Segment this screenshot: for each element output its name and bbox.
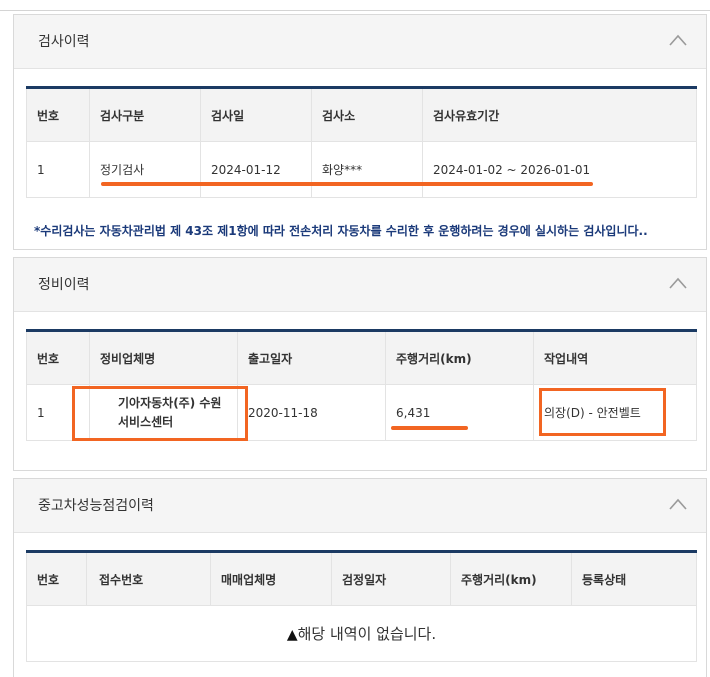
inspection-panel-header[interactable]: 검사이력 — [14, 15, 706, 69]
inspection-panel: 검사이력 번호 검사구분 검사일 검사소 검사유효기간 1 정기검사 2024-… — [13, 14, 707, 250]
used-car-table: 번호 접수번호 매매업체명 검정일자 주행거리(km) 등록상태 ▲해당 내역이… — [26, 550, 697, 662]
inspection-note: *수리검사는 자동차관리법 제 43조 제1항에 따라 전손처리 자동차를 수리… — [34, 224, 648, 238]
empty-message-cell: ▲해당 내역이 없습니다. — [26, 605, 697, 662]
col-header-validity: 검사유효기간 — [422, 87, 697, 142]
col-header-mileage: 주행거리(km) — [450, 551, 572, 606]
col-header-shop: 정비업체명 — [89, 330, 238, 385]
warning-icon: ▲ — [286, 627, 298, 643]
top-divider — [0, 10, 710, 11]
inspection-title: 검사이력 — [38, 34, 90, 50]
cell-validity: 2024-01-02 ~ 2026-01-01 — [422, 141, 697, 198]
cell-no: 1 — [26, 141, 90, 198]
col-header-dealer: 매매업체명 — [210, 551, 332, 606]
col-header-no: 번호 — [26, 87, 90, 142]
col-header-date: 검사일 — [200, 87, 312, 142]
col-header-work: 작업내역 — [533, 330, 697, 385]
highlight-box-shop — [72, 386, 248, 441]
cell-release-date: 2020-11-18 — [237, 384, 386, 441]
col-header-no: 번호 — [26, 330, 90, 385]
cell-type: 정기검사 — [89, 141, 201, 198]
cell-date: 2024-01-12 — [200, 141, 312, 198]
highlight-underline — [101, 182, 593, 186]
used-car-panel-header[interactable]: 중고차성능점검이력 — [14, 479, 706, 533]
col-header-station: 검사소 — [311, 87, 423, 142]
maintenance-title: 정비이력 — [38, 277, 90, 293]
chevron-up-icon[interactable] — [668, 497, 688, 511]
empty-message: 해당 내역이 없습니다. — [297, 625, 437, 643]
col-header-no: 번호 — [26, 551, 87, 606]
col-header-release-date: 출고일자 — [237, 330, 386, 385]
col-header-check-date: 검정일자 — [331, 551, 451, 606]
highlight-box-work — [539, 388, 666, 436]
col-header-mileage: 주행거리(km) — [385, 330, 534, 385]
chevron-up-icon[interactable] — [668, 276, 688, 290]
empty-row: ▲해당 내역이 없습니다. — [26, 605, 697, 662]
chevron-up-icon[interactable] — [668, 33, 688, 47]
cell-station: 화양*** — [311, 141, 423, 198]
used-car-title: 중고차성능점검이력 — [38, 498, 154, 514]
col-header-type: 검사구분 — [89, 87, 201, 142]
cell-mileage: 6,431 — [385, 384, 534, 441]
col-header-receipt-no: 접수번호 — [86, 551, 211, 606]
table-row: 1 정기검사 2024-01-12 화양*** 2024-01-02 ~ 202… — [26, 141, 697, 198]
col-header-status: 등록상태 — [571, 551, 697, 606]
maintenance-panel-header[interactable]: 정비이력 — [14, 258, 706, 312]
used-car-panel: 중고차성능점검이력 번호 접수번호 매매업체명 검정일자 주행거리(km) 등록… — [13, 478, 707, 677]
highlight-underline — [391, 426, 468, 430]
